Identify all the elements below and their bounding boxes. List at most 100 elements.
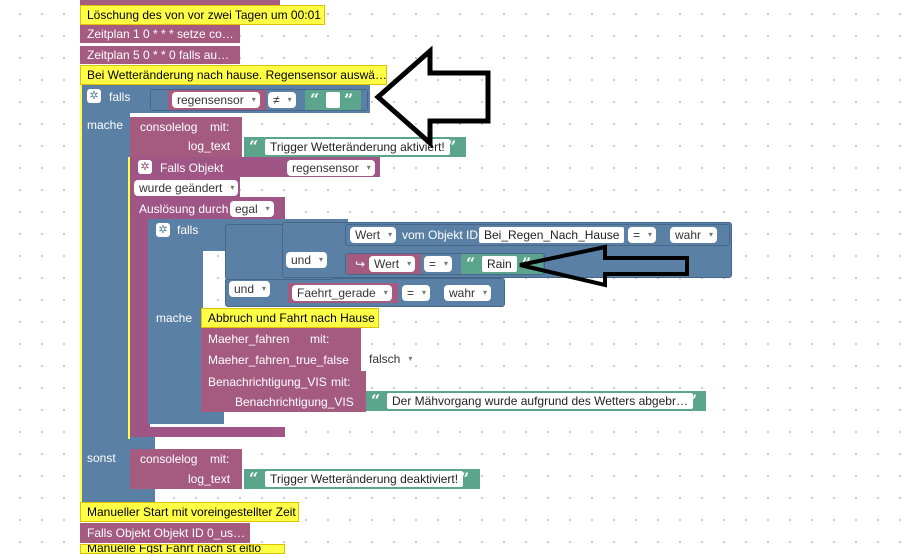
operator-dropdown[interactable]: = ▾ [424,256,453,272]
comment-block-weather[interactable]: Bei Wetteränderung nach hause. Regensens… [80,65,387,85]
selection-outline [80,85,82,502]
procedure-label: Benachrichtigung_VIS [208,375,327,389]
text-block[interactable]: “ Der Mähvorgang wurde aufgrund des Wett… [366,391,706,411]
trigger-title: Falls Objekt [160,161,224,175]
chevron-down-icon: ▾ [388,230,393,239]
chevron-down-icon: ▾ [230,183,235,192]
operator-value: = [407,286,415,300]
open-quote-icon: “ [371,391,381,410]
schedule-block-2[interactable]: Zeitplan 5 0 * * 0 falls au… [80,46,240,64]
outer-if-sonst-label: sonst [87,451,116,465]
gear-icon[interactable]: ✲ [87,89,101,103]
operator-dropdown[interactable]: ≠ ▾ [268,92,296,108]
mode-value: wurde geändert [139,181,223,195]
comment-block-abort[interactable]: Abbruch und Fahrt nach Hause [201,308,379,328]
procedure-label: Maeher_fahren [208,332,290,346]
mit-label: mit: [331,375,351,389]
arrow-shape [519,244,689,288]
schedule-label: Falls Objekt Objekt ID 0_us… [87,526,246,540]
comment-block-manual[interactable]: Manueller Start mit voreingestellter Zei… [80,502,299,522]
text-field[interactable] [326,92,340,108]
chevron-down-icon: ▾ [422,288,427,297]
chevron-down-icon: ▾ [709,230,714,239]
link-icon: ↪ [355,257,366,271]
outer-if-falls-label: falls [109,90,131,104]
annotation-arrow-2 [519,244,689,288]
variable-block[interactable]: Faehrt_gerade ▾ [288,283,398,303]
mit-label: mit: [210,120,230,134]
comment-text: Löschung des von vor zwei Tagen um 00:01 [87,8,321,22]
wert-value: Wert [355,228,381,242]
chevron-down-icon: ▾ [287,95,292,104]
wert-dropdown[interactable]: Wert ▾ [369,256,416,272]
procedure-label: consolelog [140,452,198,466]
chevron-down-icon: ▾ [265,204,270,213]
procedure-label: consolelog [140,120,198,134]
consolelog-block-1[interactable]: consolelog mit: log_text [130,117,242,157]
close-quote-icon: ” [688,391,698,410]
bool-dropdown[interactable]: wahr ▾ [670,227,718,243]
selection-outline [128,157,130,439]
param-label: log_text [188,139,231,153]
bool-dropdown[interactable]: wahr ▾ [444,285,492,301]
comment-text: Manuelle Fgst Fahrt nach st eitlo [87,544,262,554]
close-quote-icon: ” [344,90,354,109]
operator-value: = [633,228,641,242]
param-label: Benachrichtigung_VIS [235,395,354,409]
bool-value: wahr [449,286,476,300]
trigger-spine [130,219,150,437]
variable-dropdown[interactable]: regensensor ▾ [172,92,260,108]
wert-block[interactable]: ↪ Wert ▾ [347,254,421,274]
consolelog-block-2[interactable]: consolelog mit: log_text [130,449,242,489]
arrow-shape [374,45,491,149]
und-dropdown-outer[interactable]: und ▾ [229,281,271,297]
schedule-block-1[interactable]: Zeitplan 1 0 * * * setze co… [80,25,240,43]
gear-icon[interactable]: ✲ [156,223,170,237]
trigger-footer [130,427,285,437]
operator-value: ≠ [273,93,280,107]
operator-dropdown[interactable]: = ▾ [402,285,431,301]
chevron-down-icon: ▾ [262,284,267,293]
bool-value: falsch [369,352,401,366]
object-id-field[interactable]: Bei_Regen_Nach_Hause [479,227,625,243]
close-quote-icon: ” [460,469,470,488]
text-block[interactable]: “ Trigger Wetteränderung deaktiviert! ” [244,469,480,489]
param-label: log_text [188,472,231,486]
text-block[interactable]: “ ” [305,90,361,110]
comment-block-cut[interactable]: Manuelle Fgst Fahrt nach st eitlo [80,544,285,554]
chevron-down-icon: ▾ [648,230,653,239]
text-field[interactable]: Rain [482,256,517,272]
chevron-down-icon: ▾ [251,95,256,104]
object-dropdown[interactable]: regensensor ▾ [287,160,375,176]
operator-value: = [429,257,437,271]
bool-dropdown[interactable]: falsch ▾ [364,351,417,367]
wert-value: Wert [374,257,400,271]
wert-dropdown[interactable]: Wert ▾ [350,227,397,243]
benachrichtigung-block[interactable]: Benachrichtigung_VIS mit: Benachrichtigu… [201,371,366,412]
open-quote-icon: “ [249,469,259,488]
schedule-block-3[interactable]: Falls Objekt Objekt ID 0_us… [80,523,250,543]
und-value: und [234,282,255,296]
text-field[interactable]: Trigger Wetteränderung deaktiviert! [265,471,464,487]
bool-value: wahr [675,228,702,242]
variable-block[interactable]: regensensor ▾ [168,90,266,110]
mode-dropdown[interactable]: wurde geändert ▾ [134,180,239,196]
variable-name: Faehrt_gerade [297,286,376,300]
ausl-label: Auslösung durch [139,202,229,216]
variable-dropdown[interactable]: Faehrt_gerade ▾ [292,285,392,301]
param-label: Maeher_fahren_true_false [208,353,349,367]
ausl-dropdown[interactable]: egal ▾ [230,201,274,217]
object-name: regensensor [292,161,359,175]
comment-block-delete[interactable]: Löschung des von vor zwei Tagen um 00:01 [80,5,325,25]
gear-icon[interactable]: ✲ [138,160,152,174]
schedule-label: Zeitplan 5 0 * * 0 falls au… [87,48,230,62]
und-dropdown-inner[interactable]: und ▾ [286,252,328,268]
operator-dropdown[interactable]: = ▾ [628,227,657,243]
chevron-down-icon: ▾ [366,163,371,172]
open-quote-icon: “ [249,137,259,156]
chevron-down-icon: ▾ [444,259,449,268]
text-field[interactable]: Der Mähvorgang wurde aufgrund des Wetter… [387,393,693,409]
chevron-down-icon: ▾ [483,288,488,297]
maeher-block[interactable]: Maeher_fahren mit: Maeher_fahren_true_fa… [201,328,361,373]
annotation-arrow-1 [374,45,491,149]
